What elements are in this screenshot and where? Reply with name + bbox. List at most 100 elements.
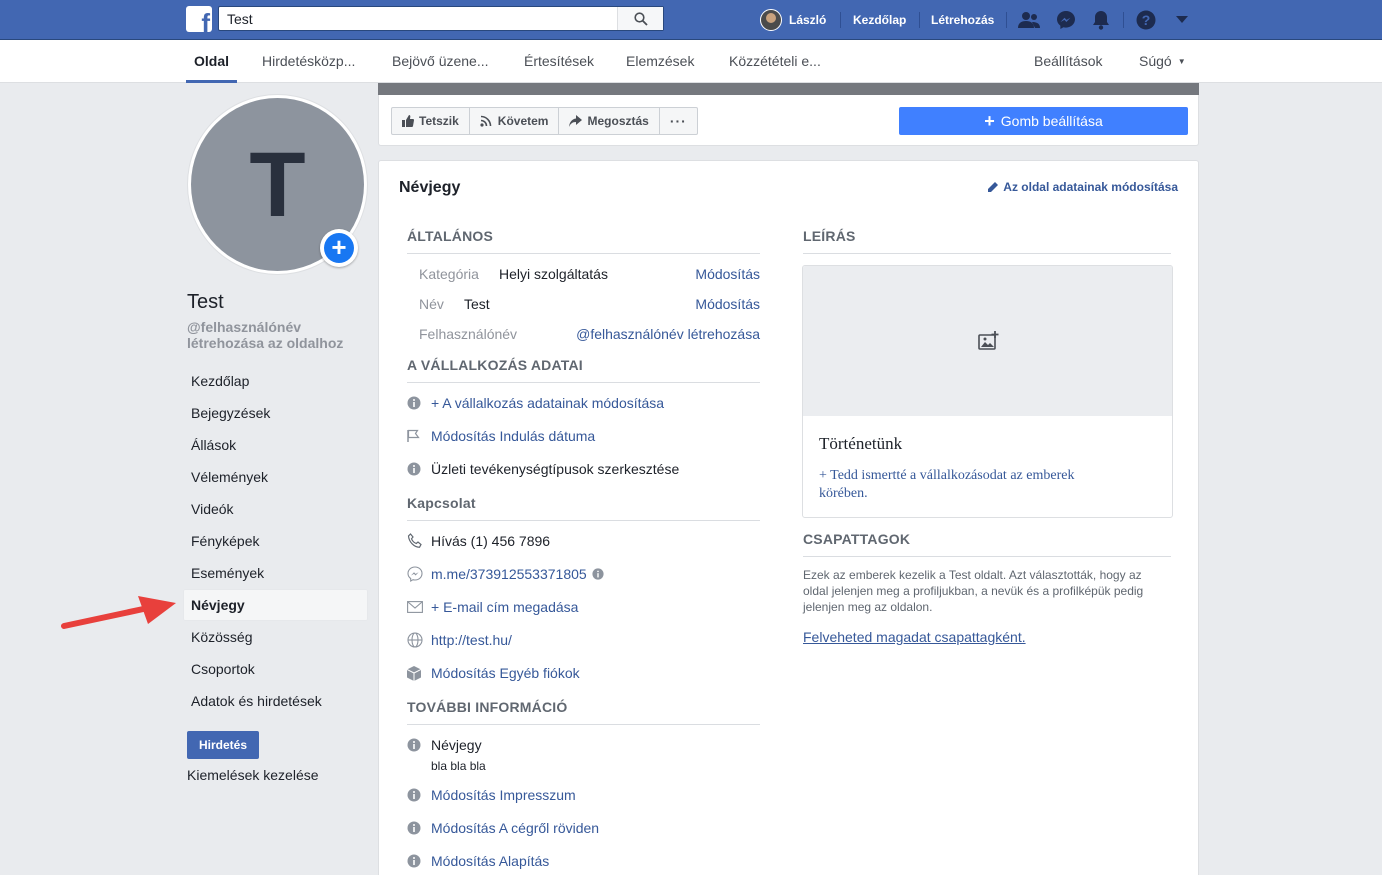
more-options-button[interactable]: ··· <box>660 108 697 134</box>
sidebar-item-jobs[interactable]: Állások <box>183 429 368 461</box>
edit-impressum-link[interactable]: Módosítás Impresszum <box>431 787 576 803</box>
add-photo-icon <box>977 331 998 350</box>
tab-inbox[interactable]: Bejövő üzene... <box>392 40 489 83</box>
share-arrow-icon <box>569 115 583 127</box>
sidebar-item-about[interactable]: Névjegy <box>183 589 368 621</box>
help-dropdown[interactable]: Súgó ▼ <box>1139 40 1186 83</box>
edit-start-date-link[interactable]: Módosítás Indulás dátuma <box>431 428 595 444</box>
share-button[interactable]: Megosztás <box>559 108 660 134</box>
team-description: Ezek az emberek kezelik a Test oldalt. A… <box>803 568 1144 614</box>
home-label: Kezdőlap <box>853 13 907 27</box>
list-item: m.me/373912553371805 <box>407 564 760 584</box>
add-self-to-team-link[interactable]: Felveheted magadat csapattagként. <box>803 629 1026 645</box>
name-row: Név Test Módosítás <box>419 296 760 314</box>
notifications-bell-icon[interactable] <box>1089 8 1113 32</box>
list-item: Módosítás Impresszum <box>407 785 760 805</box>
info-icon[interactable] <box>592 568 604 580</box>
list-item: Módosítás A cégről röviden <box>407 818 760 838</box>
about-text[interactable]: bla bla bla <box>431 759 486 773</box>
cta-label: Gomb beállítása <box>1000 113 1103 129</box>
about-label: Névjegy <box>431 737 482 753</box>
page-name[interactable]: Test <box>187 291 224 314</box>
website-link[interactable]: http://test.hu/ <box>431 632 512 648</box>
help-icon[interactable]: ? <box>1134 8 1158 32</box>
friend-requests-icon[interactable] <box>1017 8 1041 32</box>
account-menu-chevron-down-icon[interactable] <box>1170 8 1194 32</box>
messenger-link[interactable]: m.me/373912553371805 <box>431 566 587 582</box>
flag-icon <box>407 429 420 442</box>
follow-label: Követem <box>497 114 549 128</box>
edit-business-types-link[interactable]: Üzleti tevékenységtípusok szerkesztése <box>431 461 679 477</box>
plus-icon: + <box>984 110 995 131</box>
edit-name-link[interactable]: Módosítás <box>695 296 760 312</box>
red-arrow-annotation-icon <box>61 596 176 629</box>
home-link[interactable]: Kezdőlap <box>853 0 906 40</box>
tab-publishing-tools[interactable]: Közzétételi e... <box>729 40 821 83</box>
tab-page[interactable]: Oldal <box>186 40 238 83</box>
create-username-link[interactable]: @felhasználónév létrehozása <box>576 326 760 342</box>
our-story-box[interactable]: Történetünk + Tedd ismertté a vállalkozá… <box>802 265 1173 518</box>
create-username-link[interactable]: @felhasználónév létrehozása az oldalhoz <box>187 319 357 351</box>
sidebar-item-home[interactable]: Kezdőlap <box>183 365 368 397</box>
section-heading-business: A VÁLLALKOZÁS ADATAI <box>407 357 760 383</box>
search-input[interactable]: Test <box>227 11 253 27</box>
add-profile-photo-button[interactable]: + <box>320 229 358 267</box>
sidebar-item-events[interactable]: Események <box>183 557 368 589</box>
cube-icon <box>407 665 421 681</box>
tab-settings[interactable]: Beállítások <box>1034 40 1102 83</box>
top-bar: f Test László Kezdőlap Létrehozás ? <box>0 0 1382 40</box>
section-heading-more-info: TOVÁBBI INFORMÁCIÓ <box>407 699 760 725</box>
story-cta-link[interactable]: + Tedd ismertté a vállalkozásodat az emb… <box>819 467 1119 503</box>
help-label: Súgó <box>1139 53 1172 69</box>
promote-button[interactable]: Hirdetés <box>187 731 259 759</box>
profile-name: László <box>789 13 827 27</box>
info-icon <box>407 821 421 835</box>
add-email-link[interactable]: + E-mail cím megadása <box>431 599 578 615</box>
manage-highlights-link[interactable]: Kiemelések kezelése <box>187 767 319 783</box>
sidebar-item-photos[interactable]: Fényképek <box>183 525 368 557</box>
ellipsis-icon: ··· <box>669 113 687 129</box>
list-item[interactable]: Üzleti tevékenységtípusok szerkesztése <box>407 459 760 479</box>
messenger-icon[interactable] <box>1054 8 1078 32</box>
category-label: Kategória <box>419 266 479 282</box>
edit-page-info-link[interactable]: Az oldal adatainak módosítása <box>987 180 1178 194</box>
sidebar-item-videos[interactable]: Videók <box>183 493 368 525</box>
tab-ad-center[interactable]: Hirdetésközp... <box>262 40 355 83</box>
cover-photo[interactable] <box>378 83 1199 95</box>
name-value: Test <box>464 296 490 312</box>
like-button[interactable]: Tetszik <box>392 108 470 134</box>
tab-insights[interactable]: Elemzések <box>626 40 694 83</box>
sidebar-item-posts[interactable]: Bejegyzések <box>183 397 368 429</box>
facebook-logo-icon[interactable]: f <box>186 6 212 32</box>
story-cover-placeholder[interactable] <box>803 266 1172 416</box>
edit-category-link[interactable]: Módosítás <box>695 266 760 282</box>
sidebar-item-community[interactable]: Közösség <box>183 621 368 653</box>
add-button-cta[interactable]: + Gomb beállítása <box>899 107 1188 135</box>
username-row: Felhasználónév @felhasználónév létrehozá… <box>419 326 760 344</box>
search-button[interactable] <box>617 7 663 30</box>
list-item[interactable]: Módosítás Indulás dátuma <box>407 426 760 446</box>
svg-text:?: ? <box>1142 12 1151 28</box>
category-value: Helyi szolgáltatás <box>499 266 608 282</box>
follow-button[interactable]: Követem <box>470 108 560 134</box>
edit-founded-link[interactable]: Módosítás Alapítás <box>431 853 549 869</box>
edit-business-info-link[interactable]: + A vállalkozás adatainak módosítása <box>431 395 664 411</box>
profile-initial: T <box>249 133 306 236</box>
sidebar-item-info-and-ads[interactable]: Adatok és hirdetések <box>183 685 368 717</box>
list-item[interactable]: + A vállalkozás adatainak módosítása <box>407 393 760 413</box>
list-item: + E-mail cím megadása <box>407 597 760 617</box>
phone-number[interactable]: Hívás (1) 456 7896 <box>431 533 550 549</box>
page-action-bar: Tetszik Követem Megosztás ··· + Gomb beá… <box>378 95 1199 146</box>
search-icon <box>633 11 648 26</box>
section-heading-description: LEÍRÁS <box>803 228 1171 254</box>
list-item: Módosítás Alapítás <box>407 851 760 871</box>
profile-link[interactable]: László <box>760 0 826 40</box>
info-icon <box>407 788 421 802</box>
edit-other-accounts-link[interactable]: Módosítás Egyéb fiókok <box>431 665 580 681</box>
edit-short-about-link[interactable]: Módosítás A cégről röviden <box>431 820 599 836</box>
create-link[interactable]: Létrehozás <box>931 0 994 40</box>
tab-notifications[interactable]: Értesítések <box>524 40 594 83</box>
sidebar-item-groups[interactable]: Csoportok <box>183 653 368 685</box>
sidebar-item-reviews[interactable]: Vélemények <box>183 461 368 493</box>
search-box[interactable]: Test <box>218 6 664 31</box>
